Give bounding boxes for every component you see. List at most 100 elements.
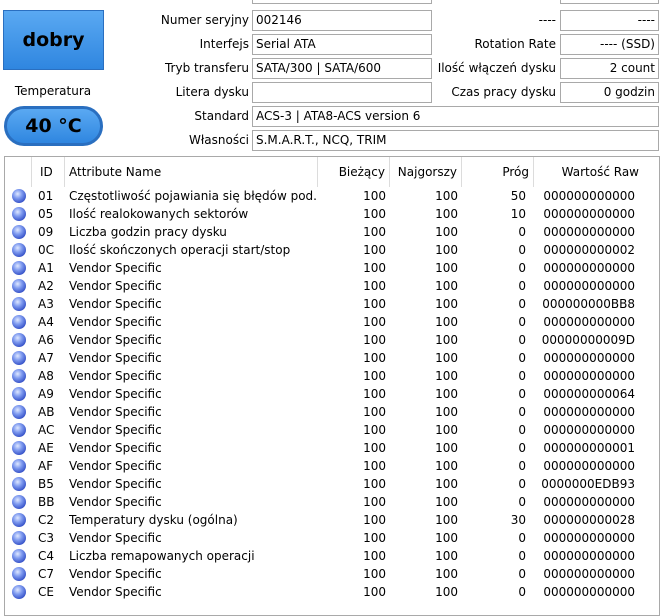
table-row[interactable]: BB Vendor Specific 100 100 0 000000000000 xyxy=(5,493,659,511)
cell-attribute-name: Vendor Specific xyxy=(69,459,162,473)
info-value-standard: ACS-3 | ATA8-ACS version 6 xyxy=(252,106,659,127)
table-row[interactable]: 01 Częstotliwość pojawiania się błędów po… xyxy=(5,187,659,205)
table-row[interactable]: C4 Liczba remapowanych operacji 100 100 0 000… xyxy=(5,547,659,565)
cell-threshold: 0 xyxy=(518,387,526,401)
column-header-worst[interactable]: Najgorszy xyxy=(390,157,462,187)
cell-attribute-name: Ilość skończonych operacji start/stop xyxy=(69,243,291,257)
table-row[interactable]: AB Vendor Specific 100 100 0 000000000000 xyxy=(5,403,659,421)
cell-id: A4 xyxy=(38,315,54,329)
cell-worst: 100 xyxy=(435,549,458,563)
table-row[interactable]: A9 Vendor Specific 100 100 0 000000000064 xyxy=(5,385,659,403)
info-label-power-on-hours: Czas pracy dysku xyxy=(451,85,556,99)
cell-current: 100 xyxy=(363,225,386,239)
cell-worst: 100 xyxy=(435,333,458,347)
table-row[interactable]: C7 Vendor Specific 100 100 0 000000000000 xyxy=(5,565,659,583)
cell-attribute-name: Vendor Specific xyxy=(69,441,162,455)
info-label-features: Własności xyxy=(188,133,249,147)
cell-threshold: 0 xyxy=(518,405,526,419)
cell-threshold: 0 xyxy=(518,261,526,275)
table-row[interactable]: A1 Vendor Specific 100 100 0 000000000000 xyxy=(5,259,659,277)
temperature-badge[interactable]: 40 °C xyxy=(4,106,103,146)
info-value-transfer-mode: SATA/300 | SATA/600 xyxy=(252,58,432,79)
cell-worst: 100 xyxy=(435,225,458,239)
cell-worst: 100 xyxy=(435,423,458,437)
column-header-icon[interactable] xyxy=(5,157,32,187)
status-dot-icon xyxy=(12,567,26,581)
cell-threshold: 0 xyxy=(518,585,526,599)
table-row[interactable]: A6 Vendor Specific 100 100 0 00000000009D xyxy=(5,331,659,349)
table-row[interactable]: 05 Ilość realokowanych sektorów 100 100 10 00… xyxy=(5,205,659,223)
cell-raw-value: 0000000EDB93 xyxy=(541,477,635,491)
status-dot-icon xyxy=(12,189,26,203)
info-label-drive-letter: Litera dysku xyxy=(175,85,249,99)
status-dot-icon xyxy=(12,459,26,473)
column-header-id[interactable]: ID xyxy=(32,157,65,187)
smart-attributes-table[interactable]: ID Attribute Name Bieżący Najgorszy Próg… xyxy=(4,156,660,616)
cell-attribute-name: Vendor Specific xyxy=(69,567,162,581)
table-row[interactable]: 0C Ilość skończonych operacji start/stop 1… xyxy=(5,241,659,259)
table-row[interactable]: AF Vendor Specific 100 100 0 000000000000 xyxy=(5,457,659,475)
cell-attribute-name: Vendor Specific xyxy=(69,495,162,509)
cell-current: 100 xyxy=(363,207,386,221)
table-row[interactable]: B5 Vendor Specific 100 100 0 0000000EDB93 xyxy=(5,475,659,493)
cell-current: 100 xyxy=(363,459,386,473)
table-row[interactable]: A7 Vendor Specific 100 100 0 000000000000 xyxy=(5,349,659,367)
cell-worst: 100 xyxy=(435,441,458,455)
table-row[interactable]: 09 Liczba godzin pracy dysku 100 100 0 000000… xyxy=(5,223,659,241)
table-row[interactable]: C3 Vendor Specific 100 100 0 000000000000 xyxy=(5,529,659,547)
cell-attribute-name: Ilość realokowanych sektorów xyxy=(69,207,249,221)
cell-threshold: 50 xyxy=(510,189,526,203)
info-label-placeholder: ---- xyxy=(538,13,556,27)
info-label-rotation-rate: Rotation Rate xyxy=(474,37,556,51)
cell-id: A2 xyxy=(38,279,54,293)
cell-attribute-name: Liczba godzin pracy dysku xyxy=(69,225,227,239)
cell-raw-value: 000000000000 xyxy=(543,369,635,383)
status-dot-icon xyxy=(12,423,26,437)
cell-id: 05 xyxy=(38,207,54,221)
cell-id: BB xyxy=(38,495,55,509)
table-row[interactable]: C2 Temperatury dysku (ogólna) 100 100 30 0000… xyxy=(5,511,659,529)
column-header-attribute-name[interactable]: Attribute Name xyxy=(65,157,318,187)
cell-worst: 100 xyxy=(435,189,458,203)
cell-id: CE xyxy=(38,585,54,599)
cell-attribute-name: Vendor Specific xyxy=(69,477,162,491)
cell-attribute-name: Vendor Specific xyxy=(69,405,162,419)
cell-raw-value: 000000000028 xyxy=(543,513,635,527)
info-label-transfer-mode: Tryb transferu xyxy=(164,61,249,75)
cell-worst: 100 xyxy=(435,279,458,293)
cell-attribute-name: Temperatury dysku (ogólna) xyxy=(69,513,238,527)
cell-raw-value: 00000000009D xyxy=(541,333,635,347)
table-row[interactable]: A8 Vendor Specific 100 100 0 000000000000 xyxy=(5,367,659,385)
status-dot-icon xyxy=(12,441,26,455)
cell-worst: 100 xyxy=(435,261,458,275)
column-header-raw-value[interactable]: Wartość Raw xyxy=(534,157,659,187)
info-value-rotation-rate: ---- (SSD) xyxy=(560,34,659,55)
status-dot-icon xyxy=(12,333,26,347)
table-row[interactable]: A3 Vendor Specific 100 100 0 000000000BB8 xyxy=(5,295,659,313)
cell-threshold: 0 xyxy=(518,441,526,455)
cell-worst: 100 xyxy=(435,405,458,419)
cell-threshold: 0 xyxy=(518,315,526,329)
cell-worst: 100 xyxy=(435,207,458,221)
cell-raw-value: 000000000002 xyxy=(543,243,635,257)
table-row[interactable]: AE Vendor Specific 100 100 0 000000000001 xyxy=(5,439,659,457)
cell-raw-value: 000000000000 xyxy=(543,207,635,221)
column-header-current[interactable]: Bieżący xyxy=(318,157,390,187)
cell-id: AF xyxy=(38,459,54,473)
table-row[interactable]: CE Vendor Specific 100 100 0 000000000000 xyxy=(5,583,659,601)
cell-current: 100 xyxy=(363,351,386,365)
cell-current: 100 xyxy=(363,567,386,581)
cell-attribute-name: Częstotliwość pojawiania się błędów pod.… xyxy=(69,189,317,203)
cell-current: 100 xyxy=(363,423,386,437)
table-row[interactable]: A4 Vendor Specific 100 100 0 000000000000 xyxy=(5,313,659,331)
health-status-badge[interactable]: dobry xyxy=(3,10,104,70)
info-value-power-on-hours: 0 godzin xyxy=(560,82,659,103)
cell-raw-value: 000000000000 xyxy=(543,567,635,581)
table-row[interactable]: A2 Vendor Specific 100 100 0 000000000000 xyxy=(5,277,659,295)
cell-attribute-name: Vendor Specific xyxy=(69,315,162,329)
column-header-threshold[interactable]: Próg xyxy=(462,157,534,187)
cell-worst: 100 xyxy=(435,243,458,257)
cell-raw-value: 000000000000 xyxy=(543,531,635,545)
table-row[interactable]: AC Vendor Specific 100 100 0 000000000000 xyxy=(5,421,659,439)
info-value-serial: 002146 xyxy=(252,10,432,31)
